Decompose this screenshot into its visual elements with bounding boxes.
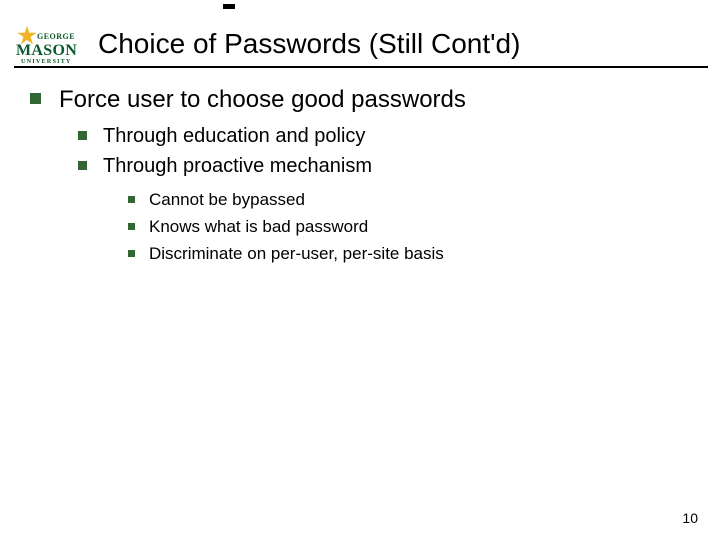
slide-title: Choice of Passwords (Still Cont'd) [98, 28, 520, 60]
bullet-lvl2: Through education and policy [78, 123, 690, 150]
page-number: 10 [682, 510, 698, 526]
bullet-square-icon [128, 250, 135, 257]
bullet-square-icon [30, 93, 41, 104]
bullet-square-icon [128, 196, 135, 203]
bullet-lvl3-text: Discriminate on per-user, per-site basis [149, 242, 444, 266]
bullet-lvl3-text: Cannot be bypassed [149, 188, 305, 212]
bullet-lvl2-text: Through education and policy [103, 123, 365, 150]
lvl3-group: Cannot be bypassed Knows what is bad pas… [128, 188, 690, 265]
bullet-square-icon [128, 223, 135, 230]
bullet-square-icon [78, 131, 87, 140]
slide: GEORGE MASON UNIVERSITY Choice of Passwo… [0, 0, 720, 540]
top-dash-decoration [223, 4, 235, 9]
bullet-lvl3: Knows what is bad password [128, 215, 690, 239]
title-underline [14, 66, 708, 68]
bullet-lvl1-text: Force user to choose good passwords [59, 84, 466, 115]
bullet-lvl3: Discriminate on per-user, per-site basis [128, 242, 690, 266]
logo-text-university: UNIVERSITY [21, 58, 72, 65]
bullet-lvl1: Force user to choose good passwords [30, 84, 690, 115]
slide-body: Force user to choose good passwords Thro… [30, 84, 690, 269]
lvl2-group: Through education and policy Through pro… [78, 123, 690, 265]
bullet-lvl2-text: Through proactive mechanism [103, 153, 372, 180]
bullet-lvl2: Through proactive mechanism [78, 153, 690, 180]
bullet-lvl3: Cannot be bypassed [128, 188, 690, 212]
logo-text-george: GEORGE [37, 32, 75, 41]
bullet-lvl3-text: Knows what is bad password [149, 215, 368, 239]
bullet-square-icon [78, 161, 87, 170]
gmu-logo: GEORGE MASON UNIVERSITY [16, 25, 94, 65]
